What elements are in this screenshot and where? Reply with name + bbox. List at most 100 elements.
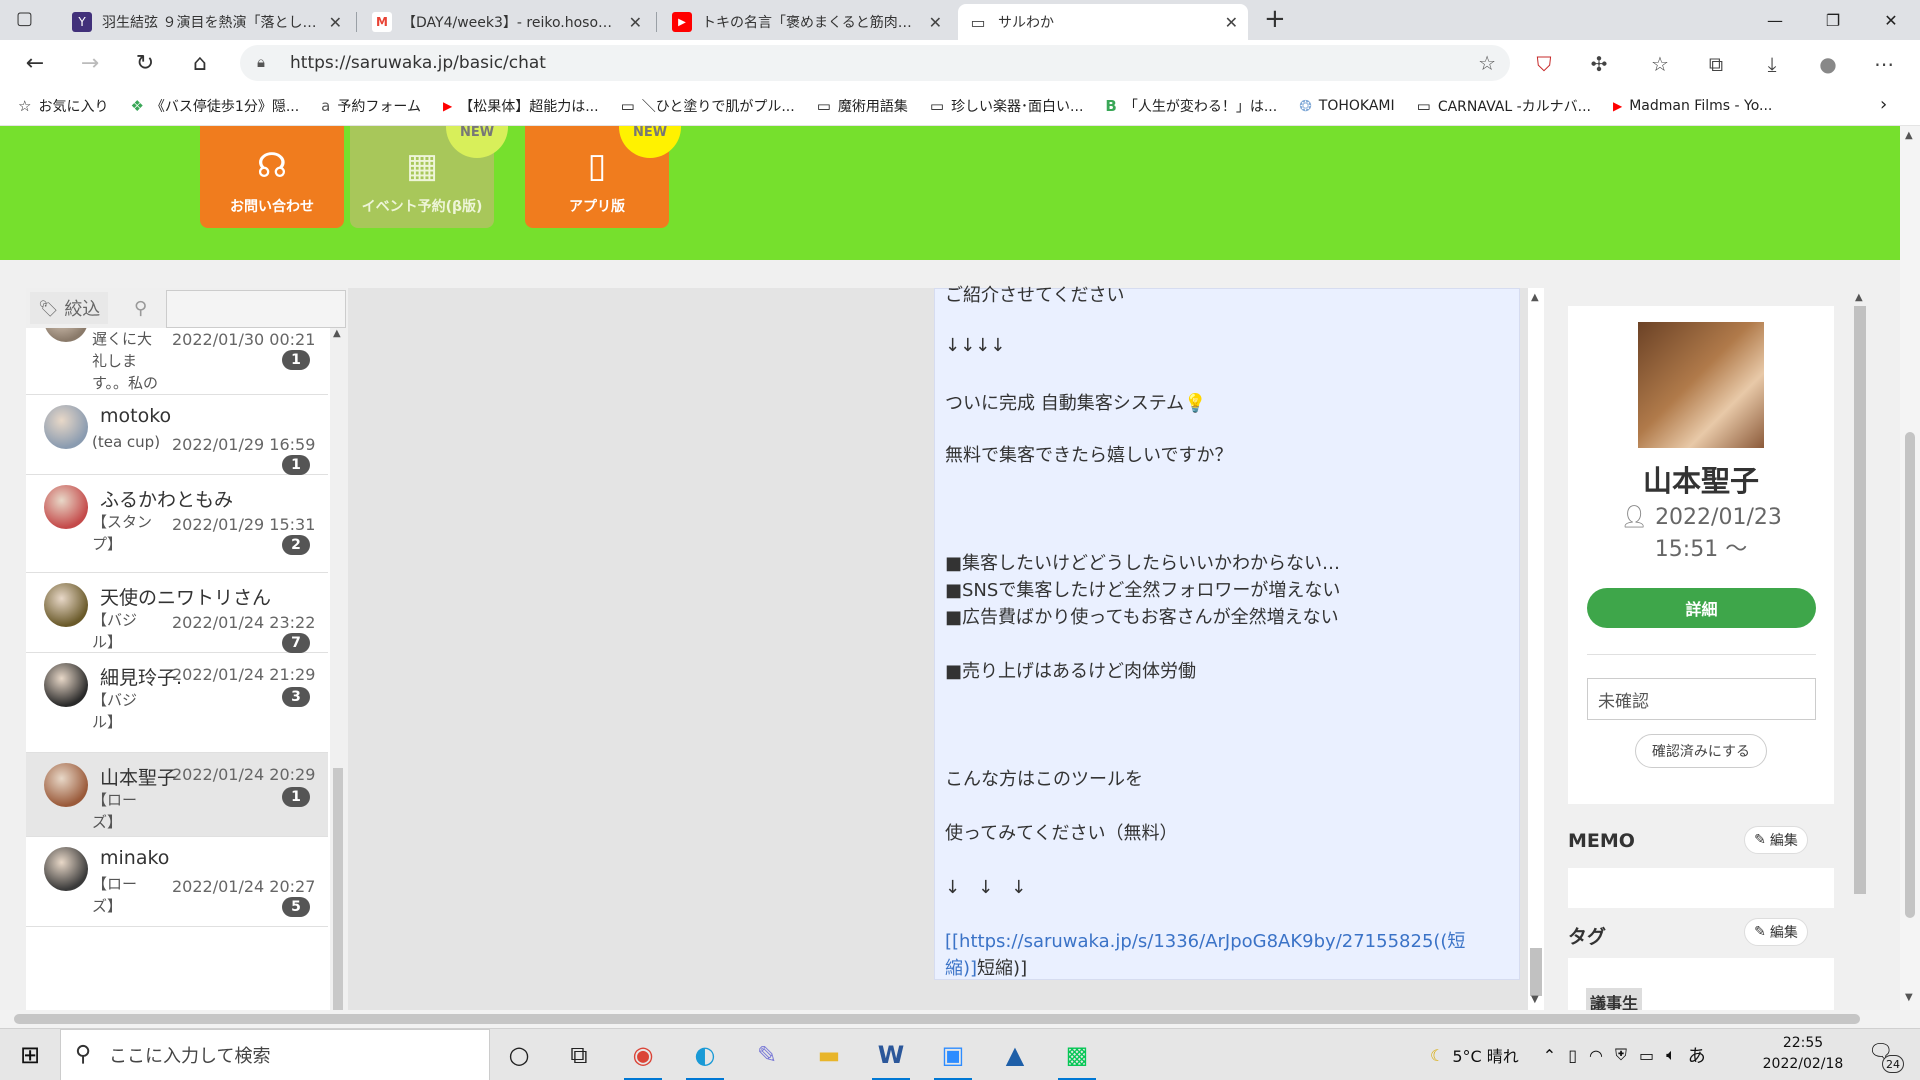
scrollbar-thumb[interactable] <box>1530 948 1542 996</box>
paint-icon[interactable]: ✎ <box>738 1029 796 1080</box>
filter-search-input[interactable] <box>166 290 346 328</box>
reload-icon[interactable]: ↻ <box>125 45 165 81</box>
more-menu-icon[interactable]: ⋯ <box>1868 48 1900 80</box>
conversation-item[interactable]: 細見玲子. 2022/01/24 21:29 【バジ ル】 3 <box>26 653 328 753</box>
edge-icon[interactable]: ◐ <box>676 1029 734 1080</box>
memo-edit-button[interactable]: ✎ 編集 <box>1744 826 1808 854</box>
home-icon[interactable]: ⌂ <box>180 45 220 81</box>
close-tab-icon[interactable]: ✕ <box>1225 13 1238 32</box>
tray-overflow-chevron-icon[interactable]: ⌃ <box>1543 1046 1556 1065</box>
bookmark-item[interactable]: ▭ ＼ひと塗りで肌がプル... <box>621 96 795 116</box>
lock-icon[interactable]: 🔒︎ <box>257 53 265 71</box>
tag-chip[interactable]: 議事生 <box>1586 988 1643 1010</box>
browser-tab-3[interactable]: ▶ トキの名言「褒めまくると筋肉マッチョ ✕ <box>662 4 952 40</box>
word-icon[interactable]: W <box>862 1029 920 1080</box>
tab-actions-icon[interactable]: ▢ <box>16 8 33 29</box>
weather-text[interactable]: 5°C 晴れ <box>1452 1043 1518 1067</box>
add-favorite-icon[interactable]: ☆ <box>1478 51 1496 75</box>
scroll-up-icon[interactable]: ▲ <box>1905 130 1913 141</box>
bookmark-favorites[interactable]: ☆ お気に入り <box>18 96 108 116</box>
forward-icon[interactable]: → <box>70 45 110 81</box>
event-reservation-button[interactable]: ▦ イベント予約(β版) NEW <box>350 126 508 228</box>
taskbar-clock[interactable]: 22:55 2022/02/18 <box>1762 1033 1844 1075</box>
message-link[interactable]: 縮)]短縮)] <box>945 954 1027 980</box>
page-scrollbar[interactable]: ▲ ▼ <box>1900 126 1920 1010</box>
close-tab-icon[interactable]: ✕ <box>329 13 342 32</box>
chrome-icon[interactable]: ◉ <box>614 1029 672 1080</box>
bookmark-item[interactable]: ▭ CARNAVAL -カルナバ... <box>1417 96 1591 116</box>
profile-scrollbar[interactable]: ▲ <box>1852 288 1868 1010</box>
conversation-item[interactable]: 山本聖子 2022/01/24 20:29 【ロー ズ】 1 <box>26 753 328 837</box>
horizontal-scrollbar[interactable] <box>0 1010 1920 1028</box>
status-select[interactable]: 未確認 <box>1587 678 1816 720</box>
bookmark-item[interactable]: ❂ TOHOKAMI <box>1299 97 1394 115</box>
extensions-icon[interactable]: ✣ <box>1583 48 1615 80</box>
scroll-down-icon[interactable]: ▼ <box>1531 994 1539 1005</box>
message-link[interactable]: [[https://saruwaka.jp/s/1336/ArJpoG8AK9b… <box>945 927 1465 953</box>
scrollbar-thumb[interactable] <box>1905 432 1915 918</box>
message-link-tail[interactable]: 縮)] <box>945 958 977 979</box>
conversation-item[interactable]: 天使のニワトリさん 2022/01/24 23:22 【バジ ル】 7 <box>26 573 328 653</box>
scrollbar-thumb[interactable] <box>1854 306 1866 894</box>
scroll-up-icon[interactable]: ▲ <box>1855 292 1863 303</box>
conversation-item[interactable]: 2022/01/30 00:21遅くに大 礼しま す。。私の 方こそよろしくお願… <box>26 328 328 414</box>
conversation-item[interactable]: minako 2022/01/24 20:27 【ロー ズ】 5 <box>26 837 328 927</box>
line-icon[interactable]: ▩ <box>1048 1029 1106 1080</box>
device-icon[interactable]: ▯ <box>1568 1046 1577 1065</box>
bookmark-item[interactable]: ▭ 魔術用語集 <box>817 96 908 116</box>
file-explorer-icon[interactable]: ▬ <box>800 1029 858 1080</box>
zoom-icon[interactable]: ▣ <box>924 1029 982 1080</box>
taskbar-search-box[interactable]: ⚲ ここに入力して検索 <box>60 1029 490 1080</box>
bookmark-item[interactable]: B 「人生が変わる！」は... <box>1105 96 1277 116</box>
conversation-scrollbar[interactable]: ▲ <box>330 328 346 1010</box>
bookmark-item[interactable]: ▭ 珍しい楽器･面白い... <box>930 96 1084 116</box>
collections-icon[interactable]: ⧉ <box>1700 48 1732 80</box>
bookmark-item[interactable]: ▶ Madman Films - Yo... <box>1613 98 1772 114</box>
scroll-down-icon[interactable]: ▼ <box>1905 992 1913 1003</box>
bookmark-item[interactable]: a 予約フォーム <box>321 96 421 116</box>
notification-center-icon[interactable]: 🗨︎ 24 <box>1868 1039 1904 1073</box>
url-field[interactable]: 🔒︎ https://saruwaka.jp/basic/chat ☆ <box>240 45 1510 81</box>
wifi-icon[interactable]: ◠ <box>1589 1046 1603 1065</box>
memo-box[interactable] <box>1568 868 1834 908</box>
browser-tab-1[interactable]: Y 羽生結弦 ９演目を熱演「落としもの ✕ <box>62 4 352 40</box>
restore-icon[interactable]: ❐ <box>1804 0 1862 40</box>
bookmark-item[interactable]: ❖ 《バス停徒歩1分》隠... <box>130 96 299 116</box>
mark-confirmed-button[interactable]: 確認済みにする <box>1635 734 1767 768</box>
cortana-icon[interactable]: ○ <box>490 1029 548 1080</box>
security-icon[interactable]: ⛨ <box>1615 1045 1627 1065</box>
profile-avatar-icon[interactable]: ● <box>1812 48 1844 80</box>
conversation-item[interactable]: ふるかわともみ 2022/01/29 15:31 【スタン プ】 2 <box>26 475 328 573</box>
scroll-up-icon[interactable]: ▲ <box>333 328 341 339</box>
downloads-icon[interactable]: ⤓ <box>1756 48 1788 80</box>
detail-button[interactable]: 詳細 <box>1587 588 1816 628</box>
filter-button[interactable]: 🏷︎ 絞込 <box>30 292 109 324</box>
battery-icon[interactable]: ▭ <box>1639 1046 1654 1065</box>
contact-button[interactable]: ☊ お問い合わせ <box>200 126 344 228</box>
tag-edit-button[interactable]: ✎ 編集 <box>1744 918 1808 946</box>
ime-indicator[interactable]: あ <box>1688 1042 1706 1068</box>
browser-tab-4-active[interactable]: ▭ サルわか ✕ <box>958 4 1248 40</box>
windows-start-icon[interactable]: ⊞ <box>0 1029 60 1080</box>
scroll-up-icon[interactable]: ▲ <box>1531 292 1539 303</box>
conversation-item[interactable]: motoko 2022/01/29 16:59 (tea cup) 1 <box>26 395 328 475</box>
favorites-icon[interactable]: ☆ <box>1644 48 1676 80</box>
scrollbar-thumb[interactable] <box>333 768 343 1010</box>
photos-icon[interactable]: ▲ <box>986 1029 1044 1080</box>
chat-scrollbar[interactable]: ▲ ▼ <box>1528 288 1544 1010</box>
back-icon[interactable]: ← <box>15 45 55 81</box>
close-window-icon[interactable]: ✕ <box>1862 0 1920 40</box>
browser-tab-2[interactable]: M 【DAY4/week3】- reiko.hosomi@ ✕ <box>362 4 652 40</box>
search-icon[interactable]: ⚲ <box>134 298 147 319</box>
volume-icon[interactable]: 🔈︎ <box>1666 1045 1676 1065</box>
close-tab-icon[interactable]: ✕ <box>929 13 942 32</box>
scrollbar-thumb[interactable] <box>14 1014 1860 1024</box>
more-bookmarks-chevron-icon[interactable]: › <box>1880 94 1887 115</box>
close-tab-icon[interactable]: ✕ <box>629 13 642 32</box>
extension-shield-icon[interactable]: ⛉ <box>1528 48 1560 80</box>
bookmark-item[interactable]: ▶ 【松果体】超能力は... <box>443 96 599 116</box>
task-view-icon[interactable]: ⧉ <box>550 1029 608 1080</box>
minimize-icon[interactable]: — <box>1746 0 1804 40</box>
app-version-button[interactable]: ▯ アプリ版 NEW <box>525 126 681 228</box>
new-tab-icon[interactable]: + <box>1264 4 1286 34</box>
